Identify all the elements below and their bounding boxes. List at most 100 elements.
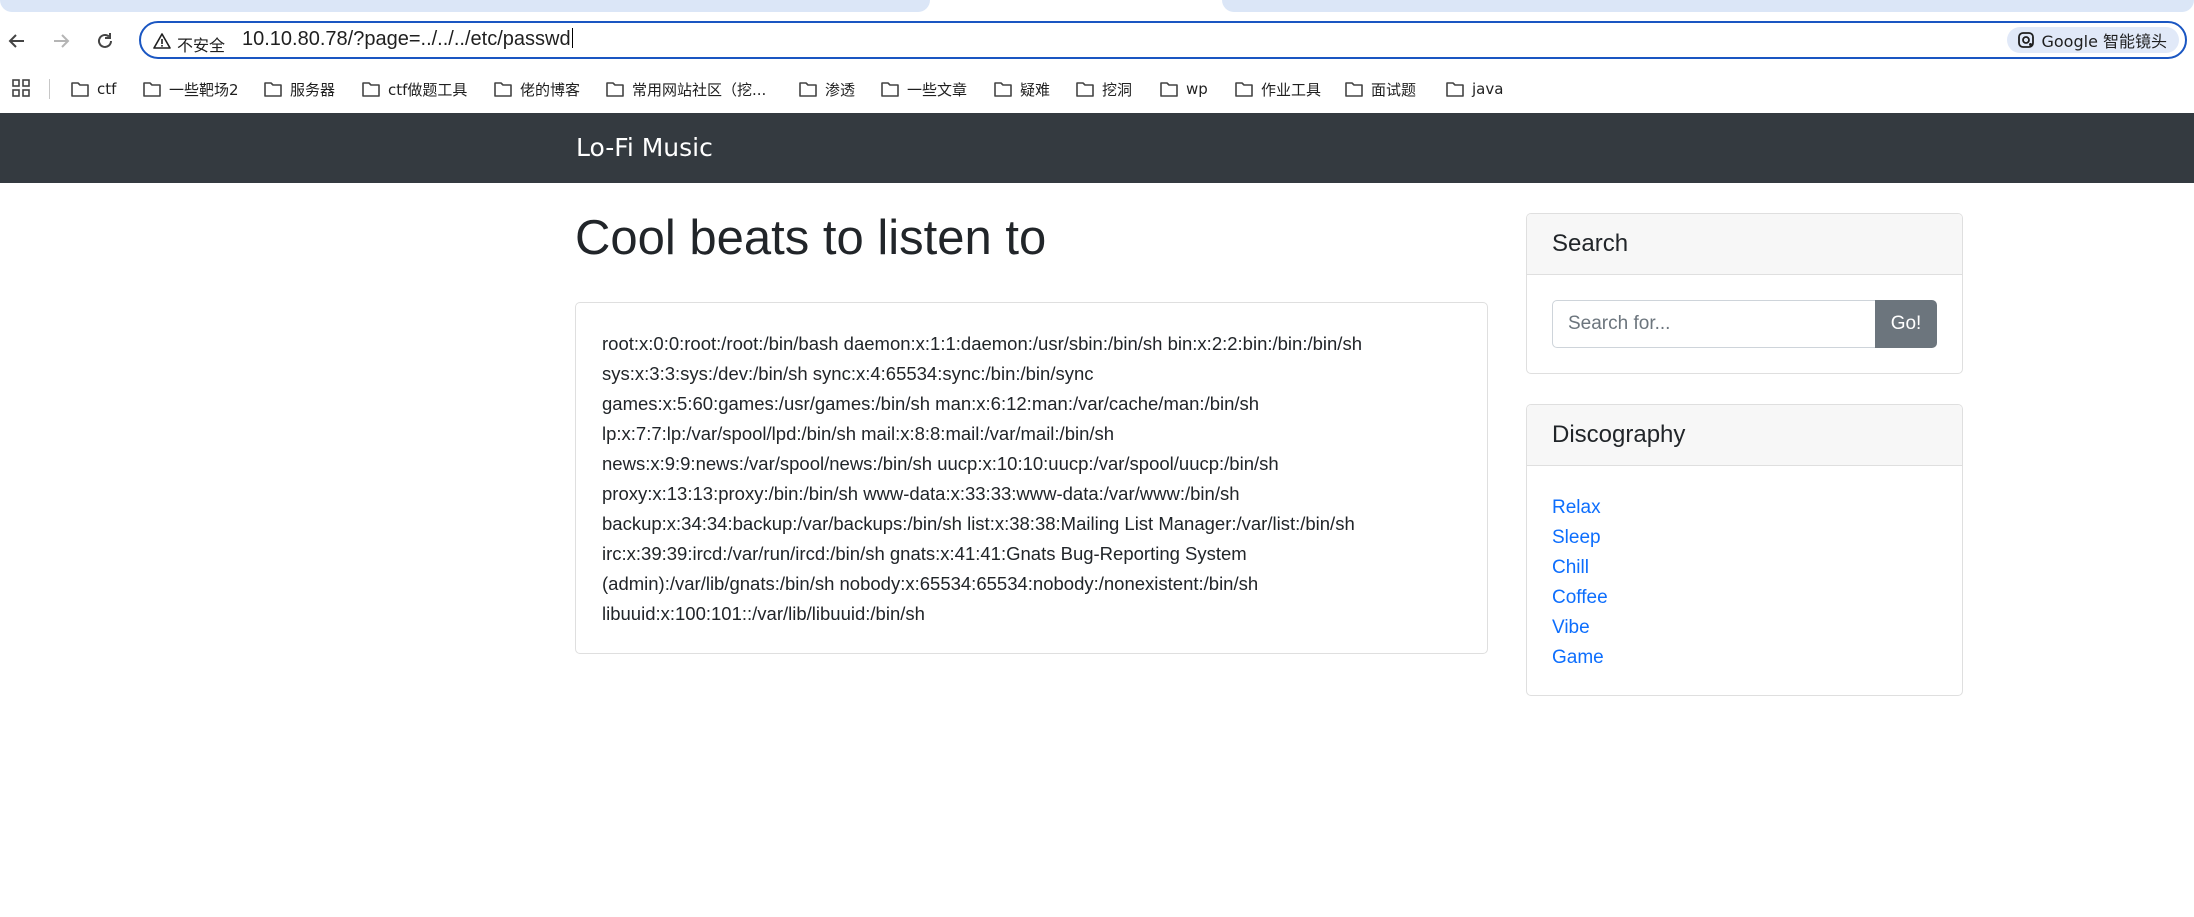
bookmark-label: 佬的博客	[520, 80, 581, 99]
bookmark-label: ctf	[97, 80, 117, 98]
lens-label: Google 智能镜头	[2041, 32, 2167, 51]
discography-link-chill[interactable]: Chill	[1552, 557, 1589, 578]
content-line: irc:x:39:39:ircd:/var/run/ircd:/bin/sh g…	[602, 543, 1247, 564]
bookmark-label: 作业工具	[1261, 80, 1322, 99]
bookmark-folder[interactable]: 一些文章	[881, 77, 967, 101]
folder-icon	[881, 82, 899, 97]
content-line: libuuid:x:100:101::/var/lib/libuuid:/bin…	[602, 603, 925, 624]
site-brand[interactable]: Lo-Fi Music	[576, 133, 713, 162]
inactive-tab[interactable]	[0, 0, 930, 12]
discography-link-vibe[interactable]: Vibe	[1552, 617, 1590, 638]
bookmark-label: 面试题	[1371, 80, 1417, 99]
folder-icon	[494, 82, 512, 97]
discography-link-game[interactable]: Game	[1552, 647, 1604, 668]
discography-heading: Discography	[1552, 421, 1686, 448]
bookmark-label: wp	[1186, 80, 1208, 98]
search-card: Search Go!	[1526, 213, 1963, 374]
content-line: proxy:x:13:13:proxy:/bin:/bin/sh www-dat…	[602, 483, 1240, 504]
folder-icon	[1446, 82, 1464, 97]
lens-icon	[2018, 32, 2035, 48]
bookmark-folder[interactable]: 常用网站社区（挖...	[606, 77, 766, 101]
bookmark-folder[interactable]: wp	[1160, 77, 1208, 101]
folder-icon	[264, 82, 282, 97]
folder-icon	[143, 82, 161, 97]
text-caret	[571, 28, 573, 48]
site-navbar: Lo-Fi Music	[0, 113, 2194, 183]
list-item: Sleep	[1552, 522, 1608, 552]
folder-icon	[1160, 82, 1178, 97]
folder-icon	[799, 82, 817, 97]
bookmark-label: 一些文章	[907, 80, 968, 99]
bookmark-folder[interactable]: 疑难	[994, 77, 1050, 101]
warning-icon	[153, 33, 171, 49]
browser-toolbar: 不安全 10.10.80.78/?page=../../../etc/passw…	[0, 14, 2194, 66]
apps-grid-icon[interactable]	[12, 79, 30, 97]
folder-icon	[71, 82, 89, 97]
search-card-header: Search	[1527, 214, 1962, 275]
bookmark-label: ctf做题工具	[388, 80, 468, 99]
bookmark-folder[interactable]: 佬的博客	[494, 77, 580, 101]
bookmark-folder[interactable]: 一些靶场2	[143, 77, 239, 101]
included-file-content: root:x:0:0:root:/root:/bin/bash daemon:x…	[602, 329, 1472, 629]
bookmark-folder[interactable]: 作业工具	[1235, 77, 1321, 101]
search-input[interactable]	[1552, 300, 1878, 348]
address-bar[interactable]: 不安全 10.10.80.78/?page=../../../etc/passw…	[139, 21, 2187, 59]
discography-link-sleep[interactable]: Sleep	[1552, 527, 1601, 548]
list-item: Relax	[1552, 492, 1608, 522]
list-item: Vibe	[1552, 612, 1608, 642]
folder-icon	[994, 82, 1012, 97]
bookmark-folder[interactable]: java	[1446, 77, 1503, 101]
bookmarks-bar: ctf 一些靶场2 服务器 ctf做题工具 佬的博客 常用网站社区（挖... 渗透 一些文章 疑…	[0, 66, 2194, 112]
tab-strip	[0, 0, 2194, 14]
bookmark-label: 渗透	[825, 80, 856, 99]
bookmark-label: 疑难	[1020, 80, 1051, 99]
security-indicator[interactable]: 不安全	[177, 32, 225, 56]
list-item: Coffee	[1552, 582, 1608, 612]
content-line: root:x:0:0:root:/root:/bin/bash daemon:x…	[602, 333, 1362, 354]
bookmark-folder[interactable]: ctf做题工具	[362, 77, 467, 101]
discography-card: Discography Relax Sleep Chill Coffee Vibe Gam…	[1526, 404, 1963, 696]
arrow-right-icon	[54, 34, 70, 48]
discography-list: Relax Sleep Chill Coffee Vibe Game	[1552, 492, 1608, 672]
search-heading: Search	[1552, 230, 1629, 257]
discography-card-header: Discography	[1527, 405, 1962, 466]
folder-icon	[1345, 82, 1363, 97]
content-line: backup:x:34:34:backup:/var/backups:/bin/…	[602, 513, 1355, 534]
content-card: root:x:0:0:root:/root:/bin/bash daemon:x…	[575, 302, 1488, 654]
inactive-tab[interactable]	[1222, 0, 2194, 12]
content-line: sys:x:3:3:sys:/dev:/bin/sh sync:x:4:6553…	[602, 363, 1094, 384]
search-go-button[interactable]: Go!	[1875, 300, 1937, 348]
bookmark-folder[interactable]: ctf	[71, 77, 116, 101]
reload-icon	[98, 33, 112, 48]
discography-link-coffee[interactable]: Coffee	[1552, 587, 1608, 608]
list-item: Chill	[1552, 552, 1608, 582]
bookmarks-divider	[49, 79, 50, 99]
bookmark-folder[interactable]: 渗透	[799, 77, 855, 101]
bookmark-folder[interactable]: 服务器	[264, 77, 335, 101]
bookmark-label: 挖洞	[1102, 80, 1133, 99]
content-line: news:x:9:9:news:/var/spool/news:/bin/sh …	[602, 453, 1279, 474]
bookmark-label: 常用网站社区（挖...	[632, 80, 767, 99]
folder-icon	[1076, 82, 1094, 97]
google-lens-button[interactable]: Google 智能镜头	[2007, 27, 2179, 53]
content-line: (admin):/var/lib/gnats:/bin/sh nobody:x:…	[602, 573, 1259, 594]
arrow-left-icon	[8, 34, 24, 48]
bookmark-folder[interactable]: 挖洞	[1076, 77, 1132, 101]
content-line: games:x:5:60:games:/usr/games:/bin/sh ma…	[602, 393, 1260, 414]
back-button[interactable]	[4, 28, 30, 54]
page-title: Cool beats to listen to	[575, 211, 1047, 265]
folder-icon	[606, 82, 624, 97]
url-value[interactable]: 10.10.80.78/?page=../../../etc/passwd	[242, 28, 571, 50]
list-item: Game	[1552, 642, 1608, 672]
folder-icon	[1235, 82, 1253, 97]
forward-button[interactable]	[48, 28, 74, 54]
bookmark-label: 一些靶场2	[169, 80, 239, 99]
discography-link-relax[interactable]: Relax	[1552, 497, 1601, 518]
bookmark-label: 服务器	[290, 80, 336, 99]
folder-icon	[362, 82, 380, 97]
content-line: lp:x:7:7:lp:/var/spool/lpd:/bin/sh mail:…	[602, 423, 1115, 444]
reload-button[interactable]	[92, 28, 118, 54]
bookmark-label: java	[1472, 80, 1504, 98]
bookmark-folder[interactable]: 面试题	[1345, 77, 1416, 101]
url-text[interactable]: 10.10.80.78/?page=../../../etc/passwd	[242, 28, 573, 51]
